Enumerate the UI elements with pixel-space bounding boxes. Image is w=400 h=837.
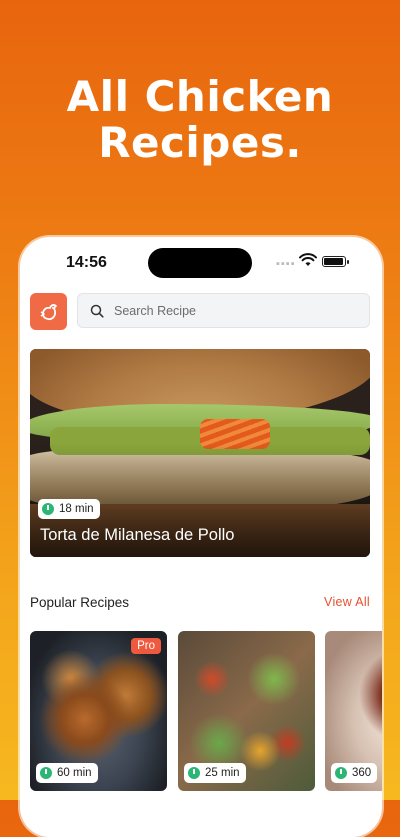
search-icon (90, 304, 104, 318)
search-bar[interactable] (77, 293, 370, 328)
pro-badge: Pro (131, 638, 161, 654)
recipe-time-badge: 360 (331, 763, 378, 783)
phone-frame: 14:56 ▪▪▪▪ Search Recipe 18 min Torta de… (20, 237, 382, 837)
chicken-icon (40, 303, 57, 320)
popular-recipe-card[interactable]: 360 (325, 631, 382, 791)
view-all-link[interactable]: View All (324, 595, 370, 609)
battery-icon (322, 256, 349, 267)
headline-line-2: Recipes. (98, 118, 302, 167)
search-input[interactable] (112, 302, 356, 319)
clock-icon (335, 767, 347, 779)
featured-time: 18 min (59, 503, 94, 515)
promo-headline: All Chicken Recipes. (0, 74, 400, 166)
featured-recipe-title: Torta de Milanesa de Pollo (40, 526, 235, 544)
recipe-time-badge: 25 min (184, 763, 246, 783)
clock-icon (40, 767, 52, 779)
recipe-time: 25 min (205, 767, 240, 779)
recipe-time: 360 (352, 767, 372, 779)
signal-icon: ▪▪▪▪ (276, 258, 296, 270)
clock-icon (188, 767, 200, 779)
app-logo[interactable] (30, 293, 67, 330)
featured-time-badge: 18 min (38, 499, 100, 519)
popular-recipe-card[interactable]: 25 min (178, 631, 315, 791)
popular-recipe-card[interactable]: Pro 60 min (30, 631, 167, 791)
popular-section-title: Popular Recipes (30, 595, 130, 610)
recipe-time-badge: 60 min (36, 763, 98, 783)
wifi-icon (299, 253, 317, 266)
recipe-time: 60 min (57, 767, 92, 779)
clock-icon (42, 503, 54, 515)
status-time: 14:56 (66, 254, 107, 271)
dynamic-island (148, 248, 252, 278)
headline-line-1: All Chicken (66, 72, 334, 121)
status-bar: 14:56 ▪▪▪▪ (20, 237, 382, 289)
featured-recipe-card[interactable]: 18 min Torta de Milanesa de Pollo (30, 349, 370, 557)
